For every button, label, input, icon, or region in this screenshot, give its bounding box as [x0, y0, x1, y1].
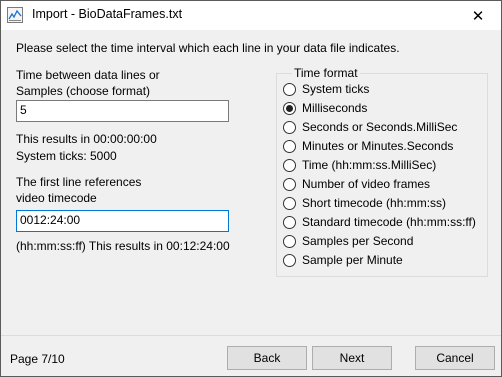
timecode-label-line2: video timecode [16, 191, 97, 205]
radio-button[interactable] [283, 139, 296, 153]
radio-video-frames[interactable]: Number of video frames [283, 176, 430, 192]
radio-button[interactable] [283, 253, 296, 267]
radio-label: Milliseconds [302, 101, 368, 115]
import-dialog: Import - BioDataFrames.txt ✕ Please sele… [0, 0, 502, 377]
interval-label-line2: Samples (choose format) [16, 84, 151, 98]
page-indicator: Page 7/10 [10, 352, 65, 366]
radio-button[interactable] [283, 120, 296, 134]
radio-samples-per-second[interactable]: Samples per Second [283, 233, 413, 249]
radio-label: Standard timecode (hh:mm:ss:ff) [302, 215, 476, 229]
timecode-input[interactable]: 0012:24:00 [16, 210, 229, 232]
system-ticks-text: System ticks: 5000 [16, 149, 117, 163]
radio-time[interactable]: Time (hh:mm:ss.MilliSec) [283, 157, 436, 173]
timecode-note: (hh:mm:ss:ff) This results in 00:12:24:0… [16, 239, 230, 253]
timecode-label-line1: The first line references [16, 175, 142, 189]
radio-minutes[interactable]: Minutes or Minutes.Seconds [283, 138, 453, 154]
instruction-text: Please select the time interval which ea… [16, 41, 400, 55]
radio-button[interactable] [283, 215, 296, 229]
title-bar: Import - BioDataFrames.txt ✕ [1, 1, 501, 30]
radio-button[interactable] [283, 177, 296, 191]
radio-label: System ticks [302, 82, 370, 96]
radio-milliseconds[interactable]: Milliseconds [283, 100, 367, 116]
window-title: Import - BioDataFrames.txt [32, 7, 183, 21]
radio-button[interactable] [283, 234, 296, 248]
back-button[interactable]: Back [227, 346, 307, 370]
interval-label-line1: Time between data lines or [16, 68, 160, 82]
interval-input[interactable]: 5 [16, 100, 229, 122]
radio-short-timecode[interactable]: Short timecode (hh:mm:ss) [283, 195, 446, 211]
radio-button[interactable] [283, 101, 296, 115]
radio-label: Number of video frames [302, 177, 431, 191]
radio-label: Seconds or Seconds.MilliSec [302, 120, 458, 134]
cancel-button[interactable]: Cancel [415, 346, 495, 370]
dialog-body: Please select the time interval which ea… [1, 30, 501, 376]
time-format-title: Time format [292, 66, 360, 80]
next-button[interactable]: Next [312, 346, 392, 370]
interval-result: This results in 00:00:00:00 [16, 132, 157, 146]
radio-label: Minutes or Minutes.Seconds [302, 139, 454, 153]
radio-label: Short timecode (hh:mm:ss) [302, 196, 447, 210]
radio-button[interactable] [283, 82, 296, 96]
radio-standard-timecode[interactable]: Standard timecode (hh:mm:ss:ff) [283, 214, 476, 230]
radio-system-ticks[interactable]: System ticks [283, 81, 369, 97]
app-icon [7, 7, 23, 23]
radio-label: Time (hh:mm:ss.MilliSec) [302, 158, 437, 172]
radio-seconds[interactable]: Seconds or Seconds.MilliSec [283, 119, 457, 135]
radio-sample-per-minute[interactable]: Sample per Minute [283, 252, 403, 268]
radio-button[interactable] [283, 196, 296, 210]
radio-label: Samples per Second [302, 234, 414, 248]
footer-divider [1, 335, 501, 336]
radio-label: Sample per Minute [302, 253, 403, 267]
radio-button[interactable] [283, 158, 296, 172]
close-icon[interactable]: ✕ [455, 1, 501, 30]
